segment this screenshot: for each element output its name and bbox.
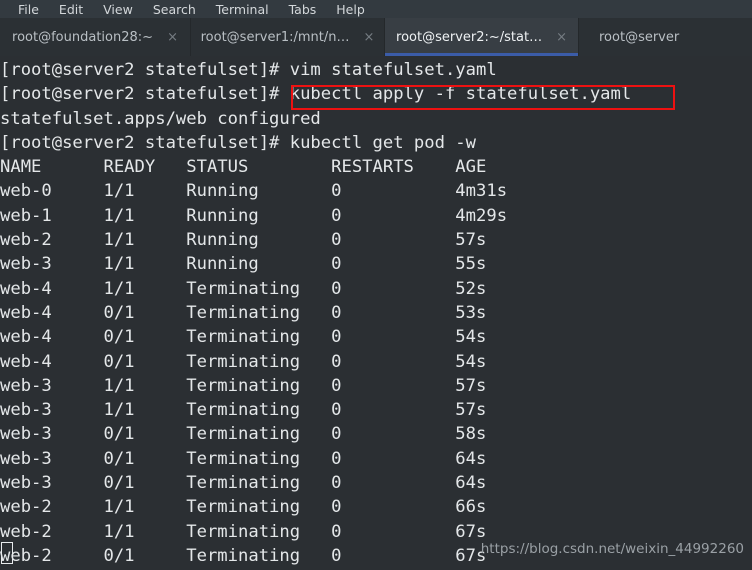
table-row: web-3 0/1 Terminating 0 64s [0, 448, 487, 469]
tab-foundation28[interactable]: root@foundation28:~ × [0, 18, 190, 56]
table-row: web-3 1/1 Terminating 0 57s [0, 400, 487, 421]
table-row: web-0 1/1 Running 0 4m31s [0, 181, 508, 202]
terminal-line-command-getpod: [root@server2 statefulset]# kubectl get … [0, 132, 476, 153]
table-row: web-3 0/1 Terminating 0 64s [0, 473, 487, 494]
table-row: web-4 1/1 Terminating 0 52s [0, 278, 487, 299]
tab-label: root@server2:~/stat… [396, 29, 543, 45]
terminal-cursor [1, 542, 13, 564]
tab-label: root@server1:/mnt/n… [200, 29, 350, 45]
tab-label: root@server [599, 29, 680, 45]
table-row: web-3 1/1 Running 0 55s [0, 254, 487, 275]
table-row: web-3 0/1 Terminating 0 58s [0, 424, 487, 445]
menu-item-help[interactable]: Help [326, 3, 375, 18]
terminal-line-command-vim: [root@server2 statefulset]# vim stateful… [0, 60, 497, 80]
tab-label: root@foundation28:~ [12, 29, 154, 45]
tab-server2-statefulset[interactable]: root@server2:~/stat… × [384, 18, 578, 56]
menu-item-tabs[interactable]: Tabs [279, 3, 327, 18]
menu-item-search[interactable]: Search [143, 3, 206, 18]
terminal-output-area[interactable]: [root@server2 statefulset]# vim stateful… [0, 56, 752, 570]
table-row: web-4 0/1 Terminating 0 54s [0, 351, 487, 372]
close-icon[interactable]: × [556, 31, 567, 44]
close-icon[interactable]: × [167, 31, 178, 44]
menu-bar: File Edit View Search Terminal Tabs Help [0, 0, 752, 18]
terminal-line-output-configured: statefulset.apps/web configured [0, 108, 321, 129]
table-row: web-2 1/1 Terminating 0 66s [0, 497, 487, 518]
menu-item-edit[interactable]: Edit [49, 3, 93, 18]
close-icon[interactable]: × [363, 31, 374, 44]
menu-item-terminal[interactable]: Terminal [206, 3, 279, 18]
tab-server-partial[interactable]: root@server [578, 18, 752, 56]
watermark-text: https://blog.csdn.net/weixin_44992260 [480, 541, 744, 557]
menu-item-view[interactable]: View [93, 3, 143, 18]
tab-bar: root@foundation28:~ × root@server1:/mnt/… [0, 18, 752, 56]
table-row: web-4 0/1 Terminating 0 53s [0, 302, 487, 323]
tab-server1[interactable]: root@server1:/mnt/n… × [190, 18, 384, 56]
table-row: web-4 0/1 Terminating 0 54s [0, 327, 487, 348]
table-row: web-1 1/1 Running 0 4m29s [0, 205, 508, 226]
table-row: web-2 1/1 Running 0 57s [0, 230, 487, 251]
table-row: web-3 1/1 Terminating 0 57s [0, 375, 487, 396]
menu-item-file[interactable]: File [8, 3, 49, 18]
terminal-line-table-header: NAME READY STATUS RESTARTS AGE [0, 157, 487, 178]
terminal-line-command-apply: [root@server2 statefulset]# kubectl appl… [0, 84, 632, 105]
